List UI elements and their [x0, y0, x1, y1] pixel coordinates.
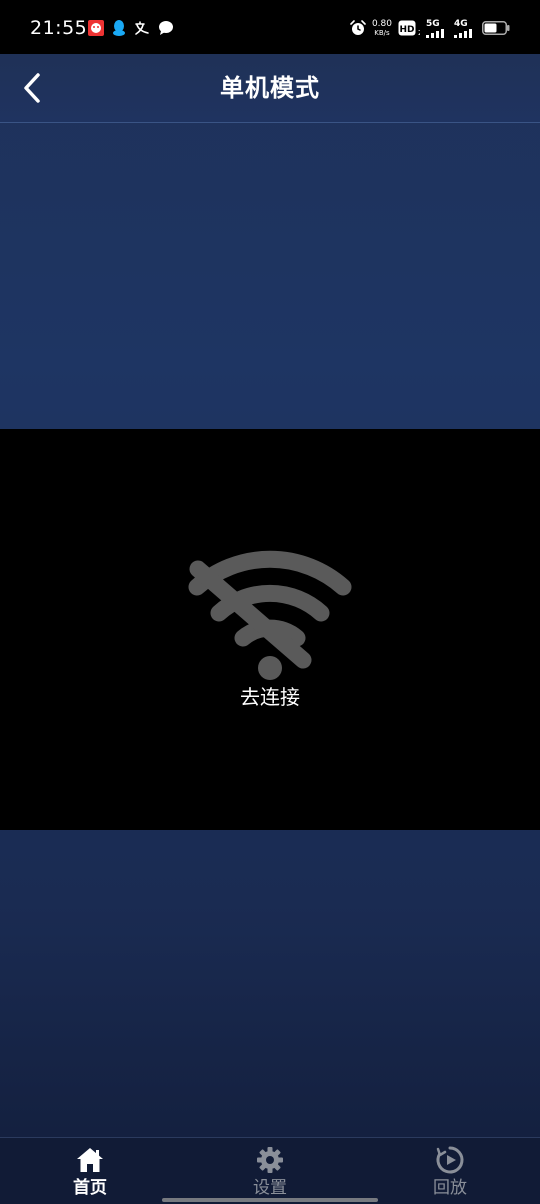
- wifi-off-icon: [188, 550, 352, 680]
- app-notification-icon: [88, 20, 104, 36]
- sim1-label: 5G: [426, 18, 440, 29]
- net-speed-value: 0.80: [371, 18, 392, 29]
- bottom-nav: 首页 设置 回放: [0, 1137, 540, 1204]
- nav-label-settings: 设置: [253, 1178, 287, 1198]
- sim2-signal: 4G: [454, 19, 476, 38]
- hd-label: HD: [399, 25, 414, 35]
- connect-button[interactable]: 去连接: [0, 683, 540, 711]
- sim2-label: 4G: [454, 18, 468, 29]
- nav-item-settings[interactable]: 设置: [180, 1138, 360, 1204]
- nav-item-playback[interactable]: 回放: [360, 1138, 540, 1204]
- status-time: 21:55: [30, 17, 88, 39]
- svg-text:2: 2: [418, 29, 420, 36]
- page-title: 单机模式: [220, 74, 320, 102]
- message-icon: [159, 21, 173, 35]
- status-left-icons: [88, 19, 174, 37]
- app-header: 单机模式: [0, 54, 540, 123]
- alarm-icon: [350, 20, 366, 35]
- app-screen: 21:55 0.80 KB/s HD 5G 4G 单机模式 去连接 首页 设置 …: [0, 0, 540, 1204]
- home-icon: [77, 1148, 103, 1172]
- signal-bars-icon: [454, 28, 472, 38]
- nav-label-playback: 回放: [433, 1178, 467, 1198]
- qq-icon: [113, 20, 125, 36]
- status-bar: 21:55 0.80 KB/s HD 5G 4G: [0, 0, 540, 54]
- net-speed: 0.80 KB/s: [371, 18, 392, 37]
- hd-icon: HD 2: [398, 20, 420, 36]
- signal-bars-icon: [426, 28, 444, 38]
- nav-label-home: 首页: [73, 1178, 107, 1198]
- nav-item-home[interactable]: 首页: [0, 1138, 180, 1204]
- home-indicator[interactable]: [162, 1198, 378, 1202]
- battery-icon: [482, 21, 510, 35]
- translate-icon: [135, 21, 149, 35]
- playback-icon: [436, 1146, 464, 1174]
- status-right-icons: 0.80 KB/s HD 2 5G 4G: [350, 18, 510, 38]
- gear-icon: [257, 1147, 283, 1173]
- sim1-signal: 5G: [426, 19, 448, 38]
- net-speed-unit: KB/s: [374, 28, 390, 37]
